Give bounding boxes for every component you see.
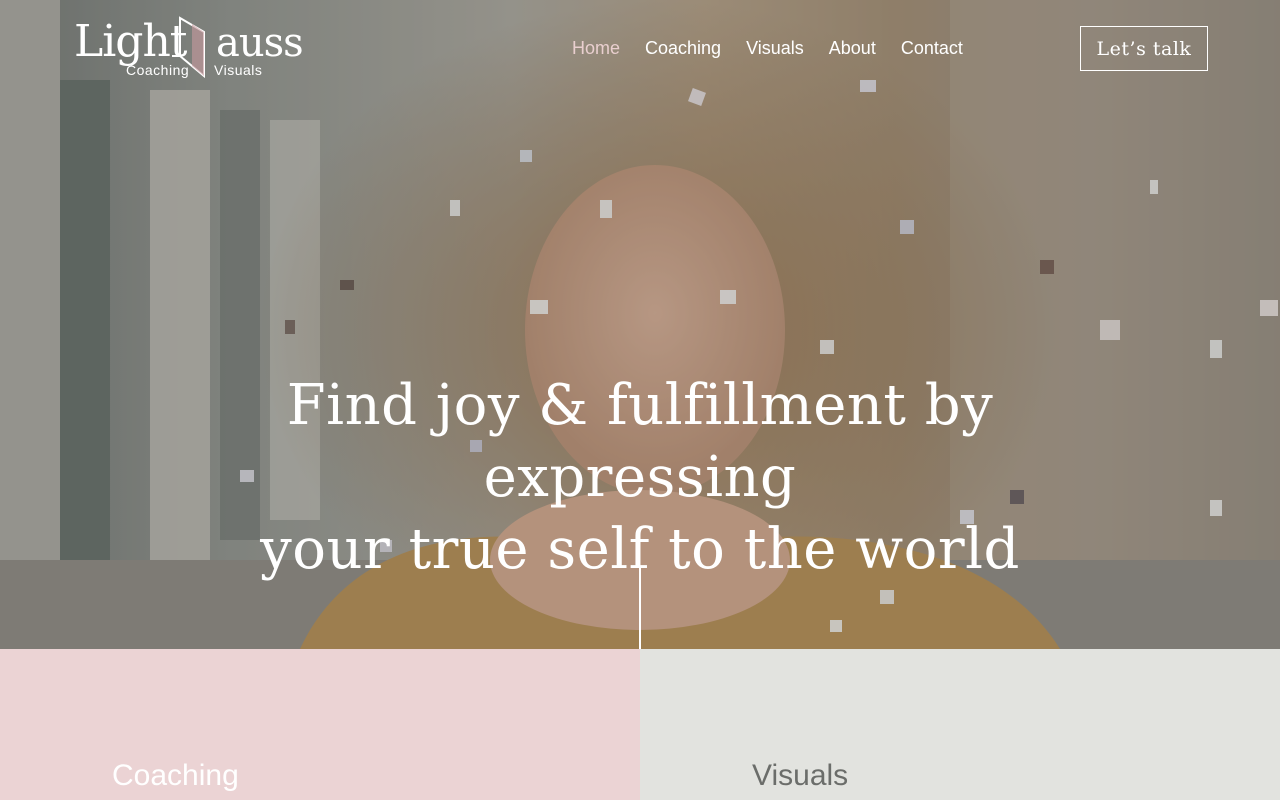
hero-divider (639, 568, 641, 649)
site-logo[interactable]: Light auss Coaching Visuals (74, 16, 304, 82)
logo-word-gauss: auss (216, 20, 304, 66)
nav-item-coaching[interactable]: Coaching (645, 38, 721, 62)
coaching-title: Coaching (112, 759, 239, 792)
visuals-panel[interactable]: Visuals (640, 649, 1280, 800)
logo-sub-visuals: Visuals (214, 62, 263, 78)
logo-sub-coaching: Coaching (126, 62, 190, 78)
nav-item-about[interactable]: About (829, 38, 876, 62)
hero-headline: Find joy & fulfillment by expressing you… (160, 370, 1120, 586)
lets-talk-button[interactable]: Let’s talk (1080, 26, 1208, 71)
coaching-panel[interactable]: Coaching (0, 649, 640, 800)
hero-headline-line-1: Find joy & fulfillment by expressing (286, 373, 994, 510)
nav-item-contact[interactable]: Contact (901, 38, 963, 62)
nav-item-visuals[interactable]: Visuals (746, 38, 804, 62)
visuals-title: Visuals (752, 759, 849, 792)
main-nav: Home Coaching Visuals About Contact (572, 38, 988, 62)
nav-item-home[interactable]: Home (572, 38, 620, 62)
